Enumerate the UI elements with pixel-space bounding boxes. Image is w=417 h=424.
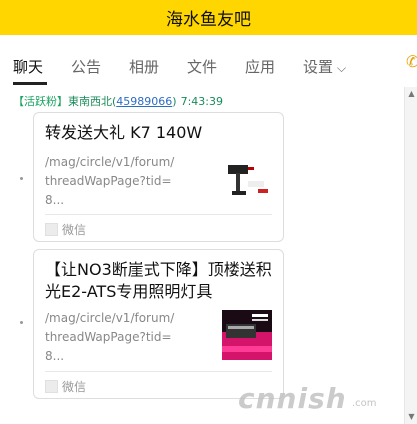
active-tab-indicator	[13, 82, 47, 85]
card-title: 转发送大礼 K7 140W	[45, 123, 203, 142]
card-divider	[45, 214, 272, 215]
wechat-icon	[45, 380, 58, 393]
card-url: /mag/circle/v1/forum/threadWapPage?tid=8…	[45, 155, 175, 207]
tab-settings-label: 设置	[303, 58, 334, 76]
card-title: 【让NO3断崖式下降】顶楼送积光E2-ATS专用照明灯具	[45, 260, 272, 301]
tab-bar: 聊天 公告 相册 文件 应用 设置 ⌵ ✆	[0, 35, 417, 85]
led-light-photo-icon	[222, 157, 272, 207]
card-source: 微信	[45, 378, 86, 395]
message-time: 7:43:39	[180, 95, 223, 108]
watermark-domain: .com	[352, 398, 377, 409]
sender-name[interactable]: 東南西北	[68, 95, 112, 108]
window-title: 海水鱼友吧	[166, 10, 251, 30]
tab-files[interactable]: 文件	[187, 56, 217, 77]
card-divider	[45, 371, 272, 372]
light-promo-photo-icon	[222, 310, 272, 360]
phone-icon[interactable]: ✆	[406, 52, 417, 70]
card-source-label: 微信	[62, 223, 87, 237]
chevron-down-icon: ⌵	[337, 61, 347, 75]
sender-id-link[interactable]: 45989066	[116, 95, 172, 108]
message-header: 【活跃粉】東南西北(45989066) 7:43:39	[13, 93, 223, 109]
member-tag: 【活跃粉】	[13, 95, 68, 108]
tab-chat[interactable]: 聊天	[13, 56, 43, 77]
tab-album[interactable]: 相册	[129, 56, 159, 77]
share-card[interactable]: 转发送大礼 K7 140W /mag/circle/v1/forum/threa…	[33, 112, 284, 242]
message-bullet	[20, 177, 23, 180]
watermark: cnnish	[238, 382, 347, 415]
card-source-label: 微信	[62, 380, 87, 394]
share-card[interactable]: 【让NO3断崖式下降】顶楼送积光E2-ATS专用照明灯具 /mag/circle…	[33, 249, 284, 399]
vertical-scrollbar[interactable]: ▲ ▼	[404, 87, 417, 424]
tab-settings[interactable]: 设置 ⌵	[303, 56, 346, 77]
card-url: /mag/circle/v1/forum/threadWapPage?tid=8…	[45, 311, 175, 363]
message-bullet	[20, 321, 23, 324]
title-bar: 海水鱼友吧	[0, 0, 417, 35]
card-source: 微信	[45, 221, 86, 238]
wechat-icon	[45, 223, 58, 236]
tab-announcement[interactable]: 公告	[71, 56, 101, 77]
scroll-down-icon[interactable]: ▼	[405, 410, 417, 424]
paren-close: )	[172, 95, 177, 108]
scroll-up-icon[interactable]: ▲	[405, 87, 417, 101]
tab-apps[interactable]: 应用	[245, 56, 275, 77]
